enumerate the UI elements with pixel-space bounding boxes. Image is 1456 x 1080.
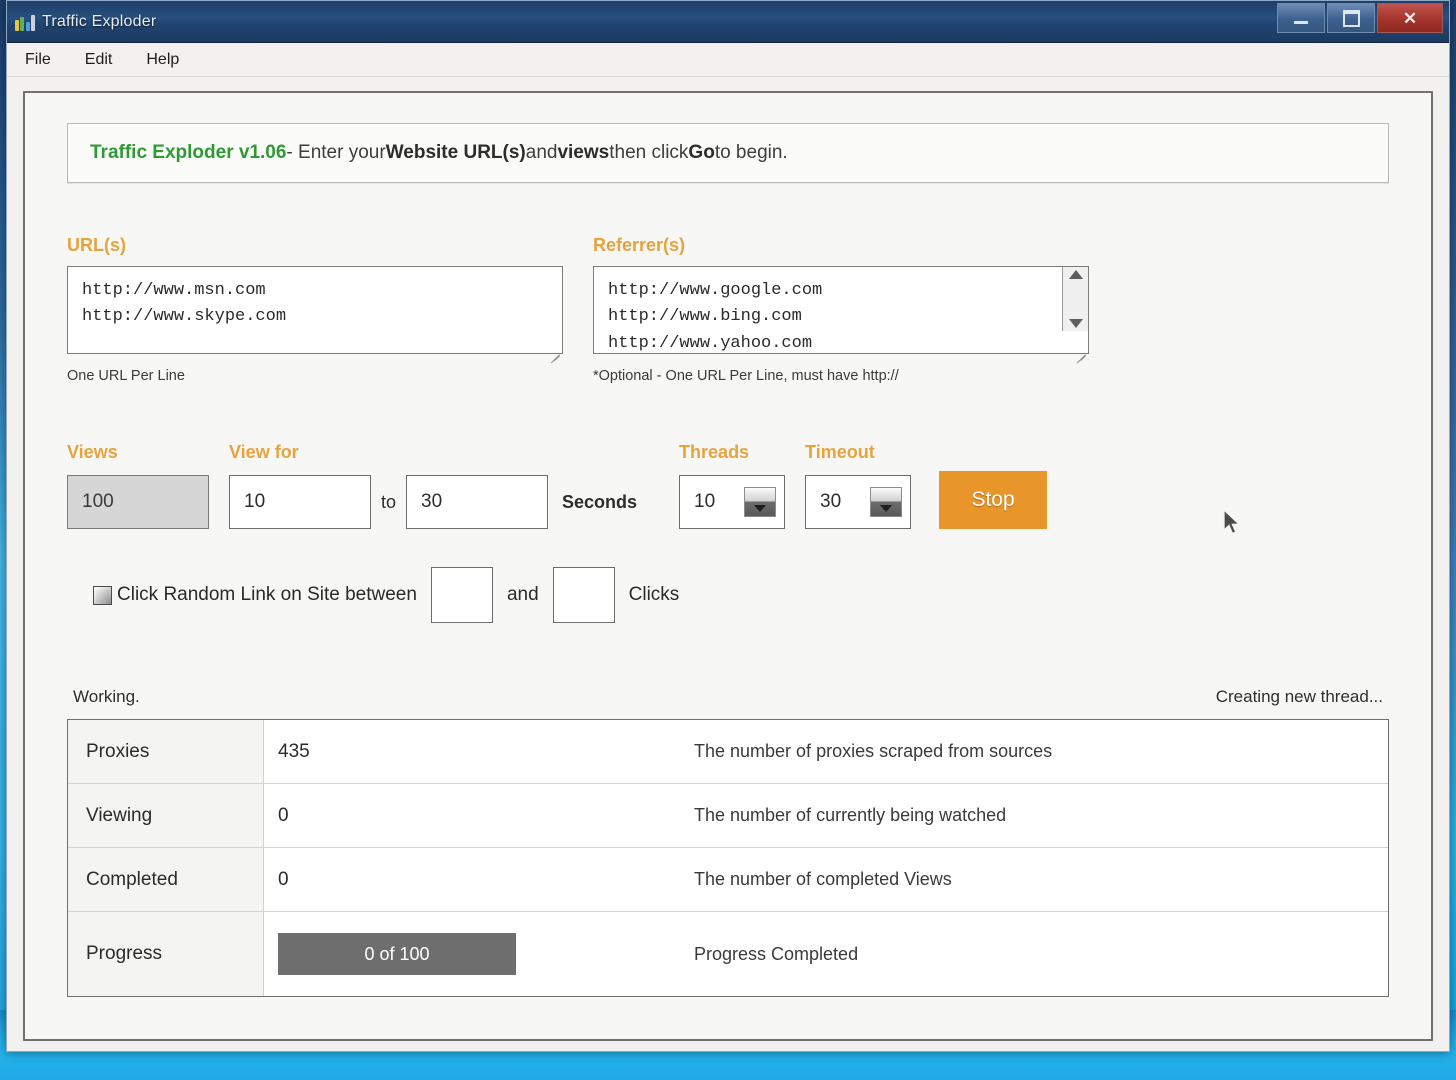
- stat-desc-viewing: The number of currently being watched: [694, 805, 1007, 825]
- banner-bold-website-urls: Website URL(s): [385, 142, 526, 163]
- viewfor-to-label: to: [381, 491, 397, 512]
- timeout-label: Timeout: [805, 442, 875, 462]
- stat-value-completed: 0: [278, 868, 289, 890]
- seconds-label: Seconds: [562, 491, 638, 512]
- table-row: Progress 0 of 100 Progress Completed: [68, 912, 1388, 996]
- urls-field-group: URL(s) One URL Per Line: [67, 235, 563, 384]
- random-click-and-label: and: [506, 584, 539, 605]
- table-row: Completed 0 The number of completed View…: [68, 848, 1388, 912]
- threads-field-group: Threads 10: [679, 442, 786, 529]
- status-right-text: Creating new thread...: [1215, 687, 1383, 706]
- viewfor-min-input[interactable]: 10: [229, 475, 371, 529]
- stat-desc-completed: The number of completed Views: [694, 869, 952, 889]
- url-inputs-row: URL(s) One URL Per Line Referrer(s): [67, 235, 1389, 384]
- stat-desc-proxies: The number of proxies scraped from sourc…: [694, 741, 1053, 761]
- threads-label: Threads: [679, 442, 750, 462]
- referrers-label: Referrer(s): [593, 235, 686, 255]
- viewfor-label: View for: [229, 442, 299, 462]
- random-click-checkbox[interactable]: [93, 585, 112, 605]
- threads-value: 10: [694, 491, 716, 512]
- stat-label-proxies: Proxies: [68, 720, 264, 783]
- viewfor-max-input[interactable]: 30: [406, 475, 549, 529]
- close-button[interactable]: ✕: [1377, 3, 1443, 33]
- random-click-row: Click Random Link on Site between and Cl…: [67, 567, 1389, 623]
- status-line: Working. Creating new thread...: [67, 687, 1389, 707]
- views-field-group: Views 100: [67, 442, 209, 529]
- banner-text-3: then click: [609, 142, 689, 163]
- referrers-hint: *Optional - One URL Per Line, must have …: [593, 368, 899, 384]
- banner-bold-views: views: [557, 142, 610, 163]
- chevron-down-icon[interactable]: [744, 487, 777, 517]
- scroll-up-icon[interactable]: [1068, 270, 1083, 279]
- timeout-select[interactable]: 30: [805, 475, 912, 529]
- application-window: Traffic Exploder ✕ File Edit Help Traffi…: [6, 0, 1450, 1052]
- timeout-value: 30: [820, 491, 842, 512]
- menu-item-file[interactable]: File: [21, 48, 55, 72]
- settings-row: Views 100 View for 10 to 30 Seconds Thre…: [67, 442, 1389, 529]
- progress-bar: 0 of 100: [278, 933, 516, 975]
- referrers-textarea[interactable]: [593, 266, 1089, 354]
- urls-label: URL(s): [67, 235, 126, 255]
- bar-chart-icon: [15, 13, 35, 31]
- window-controls: ✕: [1277, 3, 1443, 33]
- maximize-button[interactable]: [1327, 3, 1375, 33]
- menu-item-edit[interactable]: Edit: [81, 48, 117, 72]
- window-title: Traffic Exploder: [42, 12, 157, 30]
- menu-bar: File Edit Help: [7, 43, 1449, 77]
- random-click-clicks-label: Clicks: [628, 584, 680, 605]
- viewfor-field-group: View for 10 to 30 Seconds: [229, 442, 637, 529]
- client-area: Traffic Exploder v1.06 - Enter your Webs…: [7, 77, 1449, 1051]
- banner-text-1: - Enter your: [286, 142, 386, 163]
- stat-value-proxies: 435: [278, 740, 310, 762]
- banner-text-2: and: [525, 142, 558, 163]
- title-bar: Traffic Exploder ✕: [7, 1, 1449, 43]
- banner-bold-go: Go: [688, 142, 715, 163]
- stat-value-progress: 0 of 100: [264, 912, 694, 996]
- maximize-icon: [1342, 9, 1360, 27]
- app-version-label: Traffic Exploder v1.06: [90, 142, 287, 163]
- menu-item-help[interactable]: Help: [142, 48, 183, 72]
- minimize-button[interactable]: [1277, 3, 1325, 33]
- table-row: Proxies 435 The number of proxies scrape…: [68, 720, 1388, 784]
- views-label: Views: [67, 442, 118, 462]
- urls-textarea[interactable]: [67, 266, 563, 354]
- views-input[interactable]: 100: [67, 475, 209, 529]
- urls-textarea-wrapper: [67, 266, 563, 359]
- referrers-scrollbar[interactable]: [1062, 267, 1088, 331]
- random-click-min-input[interactable]: [430, 567, 493, 623]
- info-banner: Traffic Exploder v1.06 - Enter your Webs…: [67, 123, 1389, 183]
- stat-label-progress: Progress: [68, 912, 264, 996]
- referrers-field-group: Referrer(s) *Optional - One URL Per Line…: [593, 235, 1089, 384]
- timeout-field-group: Timeout 30: [805, 442, 912, 529]
- threads-select[interactable]: 10: [679, 475, 786, 529]
- stat-value-viewing: 0: [278, 804, 289, 826]
- random-click-label: Click Random Link on Site between: [117, 584, 417, 605]
- chevron-down-icon[interactable]: [870, 487, 903, 517]
- close-icon: ✕: [1402, 8, 1418, 28]
- stat-label-completed: Completed: [68, 848, 264, 911]
- minimize-icon: [1294, 21, 1308, 24]
- scroll-down-icon[interactable]: [1068, 319, 1083, 328]
- stat-desc-progress: Progress Completed: [694, 943, 859, 964]
- stat-label-viewing: Viewing: [68, 784, 264, 847]
- stop-button[interactable]: Stop: [939, 471, 1048, 529]
- table-row: Viewing 0 The number of currently being …: [68, 784, 1388, 848]
- status-left-text: Working.: [73, 687, 140, 706]
- urls-hint: One URL Per Line: [67, 368, 185, 384]
- banner-text-4: to begin.: [714, 142, 788, 163]
- stats-table: Proxies 435 The number of proxies scrape…: [67, 719, 1389, 997]
- main-panel: Traffic Exploder v1.06 - Enter your Webs…: [23, 91, 1433, 1041]
- referrers-textarea-wrapper: [593, 266, 1089, 359]
- random-click-max-input[interactable]: [552, 567, 615, 623]
